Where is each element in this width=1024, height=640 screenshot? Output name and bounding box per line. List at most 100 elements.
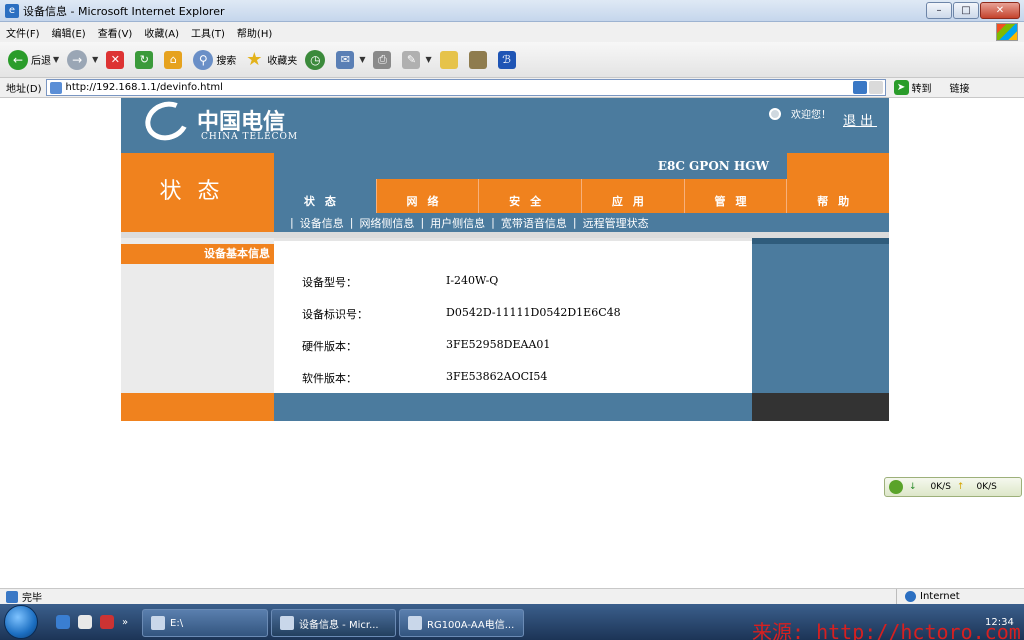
info-value: I-240W-Q bbox=[446, 274, 499, 287]
system-clock: 12:34 bbox=[985, 617, 1014, 628]
model-bar-accent bbox=[787, 153, 889, 179]
sidebar-item-device-basic-info[interactable]: 设备基本信息 bbox=[121, 244, 274, 264]
logo-text-en: CHINA TELECOM bbox=[201, 132, 299, 142]
tab-network[interactable]: 网络 bbox=[375, 179, 479, 213]
links-button[interactable]: 链接 bbox=[950, 80, 970, 95]
folder-button[interactable] bbox=[439, 50, 461, 69]
network-icon bbox=[889, 480, 903, 494]
edit-button[interactable]: ✎ ▼ bbox=[402, 50, 432, 69]
quick-launch: » bbox=[56, 615, 128, 629]
goto-button[interactable]: ➤ 转到 bbox=[893, 80, 932, 95]
edit-icon: ✎ bbox=[402, 50, 421, 69]
subnav-device-info[interactable]: 设备信息 bbox=[300, 215, 344, 231]
search-label: 搜索 bbox=[216, 56, 237, 67]
minimize-button[interactable]: – bbox=[926, 2, 952, 19]
subnav-voice-info[interactable]: 宽带语音信息 bbox=[501, 215, 567, 231]
mail-button[interactable]: ✉ ▼ bbox=[336, 50, 365, 69]
taskbar-item-ie[interactable]: 设备信息 - Micr... bbox=[271, 609, 396, 637]
chevron-right-icon[interactable]: » bbox=[122, 617, 128, 628]
chevron-down-icon[interactable] bbox=[868, 81, 883, 94]
tab-help[interactable]: 帮助 bbox=[786, 179, 889, 213]
address-actions bbox=[852, 81, 883, 94]
menu-view[interactable]: 查看(V) bbox=[98, 25, 133, 40]
info-value: D0542D-11111D0542D1E6C48 bbox=[446, 306, 621, 319]
favorites-button[interactable]: ★ 收藏夹 bbox=[244, 48, 297, 70]
status-bar: 完毕 Internet bbox=[0, 588, 1024, 604]
page-content: 中国电信 CHINA TELECOM 欢迎您！ 退出 状态 E8C GPON H… bbox=[0, 98, 1024, 588]
subnav-remote-management[interactable]: 远程管理状态 bbox=[583, 215, 649, 231]
menu-bar: 文件(F) 编辑(E) 查看(V) 收藏(A) 工具(T) 帮助(H) bbox=[0, 22, 1024, 42]
tab-application[interactable]: 应用 bbox=[581, 179, 684, 213]
router-header: 中国电信 CHINA TELECOM 欢迎您！ 退出 bbox=[121, 98, 889, 153]
subnav-network-side-info[interactable]: 网络侧信息 bbox=[359, 215, 414, 231]
close-button[interactable]: ✕ bbox=[980, 2, 1020, 19]
globe-icon bbox=[905, 591, 916, 602]
taskbar-item-doc[interactable]: RG100A-AA电信... bbox=[399, 609, 524, 637]
start-button[interactable] bbox=[4, 605, 38, 639]
folder-icon bbox=[439, 50, 458, 69]
refresh-button[interactable]: ↻ bbox=[135, 50, 156, 69]
print-button[interactable]: ⎙ bbox=[373, 50, 394, 69]
subnav-separator: | bbox=[491, 216, 495, 229]
back-label: 后退 bbox=[31, 56, 51, 67]
subnav-user-side-info[interactable]: 用户侧信息 bbox=[430, 215, 485, 231]
star-icon: ★ bbox=[246, 48, 263, 70]
download-speed: 0K/S bbox=[930, 482, 951, 492]
network-speed-widget[interactable]: ↓ 0K/S ↑ 0K/S bbox=[884, 477, 1022, 497]
menu-favorites[interactable]: 收藏(A) bbox=[144, 25, 179, 40]
messenger-button[interactable] bbox=[468, 50, 490, 69]
taskbar-item-label: E:\ bbox=[170, 617, 184, 629]
chevron-down-icon[interactable]: ▼ bbox=[53, 55, 59, 64]
window-title: 设备信息 - Microsoft Internet Explorer bbox=[23, 4, 225, 18]
model-bar: E8C GPON HGW bbox=[274, 153, 889, 179]
menu-edit[interactable]: 编辑(E) bbox=[52, 25, 86, 40]
go-arrow-icon: ➤ bbox=[893, 80, 909, 95]
windows-logo-icon bbox=[996, 23, 1018, 41]
status-text: 完毕 bbox=[22, 593, 42, 604]
search-button[interactable]: ⚲ 搜索 bbox=[193, 49, 237, 70]
back-arrow-icon: ← bbox=[8, 49, 28, 70]
print-icon: ⎙ bbox=[373, 50, 392, 69]
chevron-down-icon[interactable]: ▼ bbox=[92, 55, 98, 64]
bluetooth-button[interactable]: ℬ bbox=[497, 50, 519, 69]
address-input[interactable]: http://192.168.1.1/devinfo.html bbox=[45, 79, 886, 96]
taskbar-item-explorer[interactable]: E:\ bbox=[142, 609, 268, 637]
home-button[interactable]: ⌂ bbox=[164, 50, 185, 69]
logout-link[interactable]: 退出 bbox=[843, 110, 877, 129]
tab-security[interactable]: 安全 bbox=[478, 179, 581, 213]
info-label: 硬件版本： bbox=[302, 340, 357, 353]
subnav-separator: | bbox=[420, 216, 425, 229]
history-button[interactable]: ◷ bbox=[305, 49, 328, 70]
qq-icon[interactable] bbox=[78, 615, 92, 629]
forward-button[interactable]: → ▼ bbox=[67, 49, 98, 70]
history-icon: ◷ bbox=[305, 49, 326, 70]
menu-help[interactable]: 帮助(H) bbox=[237, 25, 272, 40]
app-icon[interactable] bbox=[100, 615, 114, 629]
info-label: 软件版本： bbox=[302, 372, 357, 385]
menu-tools[interactable]: 工具(T) bbox=[191, 25, 225, 40]
page-icon bbox=[49, 81, 62, 94]
device-info-panel: 设备型号： I-240W-Q 设备标识号： D0542D-11111D0542D… bbox=[274, 238, 752, 393]
chevron-down-icon[interactable]: ▼ bbox=[359, 55, 365, 64]
address-url[interactable]: http://192.168.1.1/devinfo.html bbox=[66, 82, 223, 93]
security-zone[interactable]: Internet bbox=[896, 589, 960, 604]
footer-left bbox=[121, 393, 274, 421]
telecom-logo-icon bbox=[139, 98, 195, 147]
address-label: 地址(D) bbox=[6, 84, 42, 95]
taskbar-item-label: RG100A-AA电信... bbox=[427, 619, 515, 631]
upload-arrow-icon: ↑ bbox=[956, 482, 965, 492]
search-icon: ⚲ bbox=[193, 49, 214, 70]
compat-icon[interactable] bbox=[852, 81, 867, 94]
info-value: 3FE53862AOCI54 bbox=[446, 370, 548, 383]
tab-status[interactable]: 状态 bbox=[274, 179, 376, 213]
maximize-button[interactable]: □ bbox=[953, 2, 979, 19]
welcome-area: 欢迎您！ bbox=[769, 106, 831, 121]
ie-quicklaunch-icon[interactable] bbox=[56, 615, 70, 629]
menu-file[interactable]: 文件(F) bbox=[6, 25, 40, 40]
stop-button[interactable]: ✕ bbox=[106, 50, 127, 69]
tab-management[interactable]: 管理 bbox=[683, 179, 787, 213]
back-button[interactable]: ← 后退 ▼ bbox=[8, 49, 59, 70]
sub-navigation: | 设备信息 | 网络侧信息 | 用户侧信息 | 宽带语音信息 | 远程管理状态 bbox=[274, 213, 889, 232]
section-title: 状态 bbox=[159, 179, 236, 204]
chevron-down-icon[interactable]: ▼ bbox=[425, 55, 431, 64]
